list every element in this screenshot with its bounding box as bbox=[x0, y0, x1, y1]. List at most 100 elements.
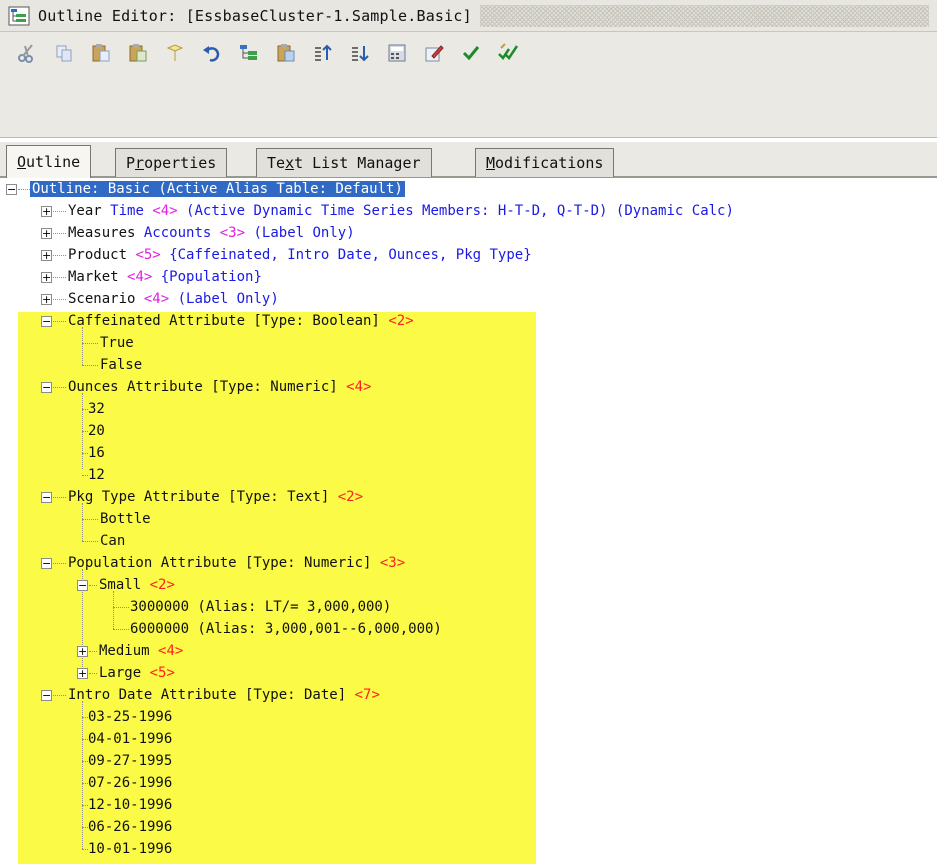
year-count: <4> bbox=[152, 203, 178, 219]
false-label: False bbox=[100, 357, 143, 373]
tree-item-false[interactable]: False bbox=[100, 354, 142, 376]
tree-line bbox=[113, 629, 129, 630]
tree-item-date[interactable]: 03-25-1996 bbox=[88, 706, 172, 728]
tree-item-bottle[interactable]: Bottle bbox=[100, 508, 151, 530]
collapse-toggle-caffeinated[interactable]: − bbox=[41, 316, 52, 327]
collapse-toggle-intro-date[interactable]: − bbox=[41, 690, 52, 701]
tree-line bbox=[53, 563, 66, 564]
tree-item-date[interactable]: 09-27-1995 bbox=[88, 750, 172, 772]
tree-item-date[interactable]: 06-26-1996 bbox=[88, 816, 172, 838]
outline-tree: − Outline: Basic (Active Alias Table: De… bbox=[0, 178, 937, 864]
tab-outline[interactable]: Outline bbox=[6, 145, 92, 178]
tree-item-measures[interactable]: Measures Accounts <3> (Label Only) bbox=[68, 222, 355, 244]
small-count: <2> bbox=[149, 577, 175, 593]
intro-date-count: <7> bbox=[354, 687, 380, 703]
title-bar-fill[interactable] bbox=[479, 4, 929, 27]
population-count: <3> bbox=[379, 555, 406, 571]
tree-item-12[interactable]: 12 bbox=[88, 464, 105, 486]
year-name: Year bbox=[68, 203, 102, 219]
tree-item-population-attribute[interactable]: Population Attribute [Type: Numeric] <3> bbox=[68, 552, 405, 574]
calculator-icon[interactable] bbox=[384, 40, 410, 66]
tree-item-date[interactable]: 07-26-1996 bbox=[88, 772, 172, 794]
tree-item-ounces-attribute[interactable]: Ounces Attribute [Type: Numeric] <4> bbox=[68, 376, 371, 398]
tree-item-caffeinated-attribute[interactable]: Caffeinated Attribute [Type: Boolean] <2… bbox=[68, 310, 414, 332]
tree-item-date[interactable]: 10-01-1996 bbox=[88, 838, 172, 860]
collapse-toggle-population[interactable]: − bbox=[41, 558, 52, 569]
tree-line bbox=[82, 327, 83, 365]
tree-item-year[interactable]: Year Time <4> (Active Dynamic Time Serie… bbox=[68, 200, 734, 222]
tree-item-date[interactable]: 12-10-1996 bbox=[88, 794, 172, 816]
expand-toggle-scenario[interactable]: + bbox=[41, 294, 52, 305]
tree-line bbox=[53, 321, 66, 322]
expand-toggle-market[interactable]: + bbox=[41, 272, 52, 283]
expand-toggle-large[interactable]: + bbox=[77, 668, 88, 679]
expand-toggle-year[interactable]: + bbox=[41, 206, 52, 217]
tab-outline-label-post: utline bbox=[26, 153, 81, 171]
tab-text-list-manager[interactable]: Te x t List Manager bbox=[256, 148, 432, 177]
tab-text-list-label-post: t List Manager bbox=[294, 154, 421, 172]
tab-modifications[interactable]: Modifications bbox=[475, 148, 615, 177]
scenario-count: <4> bbox=[143, 291, 170, 307]
collapse-toggle-ounces[interactable]: − bbox=[41, 382, 52, 393]
tree-item-small[interactable]: Small <2> bbox=[99, 574, 175, 596]
measures-props: (Label Only) bbox=[253, 225, 355, 241]
measures-type: Accounts bbox=[143, 225, 212, 241]
tree-item-date[interactable]: 04-01-1996 bbox=[88, 728, 172, 750]
verify-icon[interactable] bbox=[458, 40, 484, 66]
sort-descending-icon[interactable] bbox=[347, 40, 373, 66]
true-label: True bbox=[100, 335, 134, 351]
tree-line bbox=[82, 365, 98, 366]
edit-properties-icon[interactable] bbox=[421, 40, 447, 66]
market-attributes: {Population} bbox=[160, 269, 262, 285]
tree-item-scenario[interactable]: Scenario <4> (Label Only) bbox=[68, 288, 279, 310]
paste-child-icon[interactable] bbox=[125, 40, 151, 66]
verify-all-icon[interactable] bbox=[495, 40, 521, 66]
tree-line bbox=[82, 541, 98, 542]
copy-icon[interactable] bbox=[51, 40, 77, 66]
tree-item-pkg-type-attribute[interactable]: Pkg Type Attribute [Type: Text] <2> bbox=[68, 486, 363, 508]
cut-icon[interactable] bbox=[14, 40, 40, 66]
expand-toggle-product[interactable]: + bbox=[41, 250, 52, 261]
tree-item-16[interactable]: 16 bbox=[88, 442, 105, 464]
tab-modifications-label-post: odifications bbox=[495, 154, 604, 172]
expand-toggle-medium[interactable]: + bbox=[77, 646, 88, 657]
collapse-toggle-small[interactable]: − bbox=[77, 580, 88, 591]
tab-properties[interactable]: Pr operties bbox=[115, 148, 228, 177]
tree-item-intro-date-attribute[interactable]: Intro Date Attribute [Type: Date] <7> bbox=[68, 684, 380, 706]
delete-icon[interactable] bbox=[162, 40, 188, 66]
pkg-type-count: <2> bbox=[337, 489, 364, 505]
tree-root[interactable]: Outline: Basic (Active Alias Table: Defa… bbox=[30, 178, 405, 200]
pkg-type-label: Pkg Type Attribute [Type: Text] bbox=[68, 489, 330, 505]
tree-item-3000000[interactable]: 3000000 (Alias: LT/= 3,000,000) bbox=[130, 596, 391, 618]
collapse-toggle-root[interactable]: − bbox=[6, 184, 17, 195]
tree-line bbox=[53, 233, 66, 234]
small-6000000-label: 6000000 (Alias: 3,000,001--6,000,000) bbox=[130, 621, 442, 637]
tree-item-true[interactable]: True bbox=[100, 332, 134, 354]
paste-icon[interactable] bbox=[88, 40, 114, 66]
year-type: Time bbox=[110, 203, 144, 219]
outline-editor-icon bbox=[6, 5, 32, 27]
date-label: 07-26-1996 bbox=[88, 775, 173, 791]
sort-ascending-icon[interactable] bbox=[310, 40, 336, 66]
tree-item-medium[interactable]: Medium <4> bbox=[99, 640, 183, 662]
tree-item-large[interactable]: Large <5> bbox=[99, 662, 175, 684]
collapse-toggle-pkg-type[interactable]: − bbox=[41, 492, 52, 503]
tree-item-20[interactable]: 20 bbox=[88, 420, 105, 442]
tree-item-6000000[interactable]: 6000000 (Alias: 3,000,001--6,000,000) bbox=[130, 618, 442, 640]
tree-item-product[interactable]: Product <5> {Caffeinated, Intro Date, Ou… bbox=[68, 244, 532, 266]
add-child-icon[interactable] bbox=[236, 40, 262, 66]
tree-item-32[interactable]: 32 bbox=[88, 398, 105, 420]
tree-item-market[interactable]: Market <4> {Population} bbox=[68, 266, 262, 288]
expand-toggle-measures[interactable]: + bbox=[41, 228, 52, 239]
undo-icon[interactable] bbox=[199, 40, 225, 66]
small-3000000-label: 3000000 (Alias: LT/= 3,000,000) bbox=[130, 599, 392, 615]
toolbar bbox=[0, 38, 937, 68]
tab-properties-label-pre: P bbox=[126, 154, 136, 172]
population-label: Population Attribute [Type: Numeric] bbox=[68, 555, 372, 571]
toolbar-area bbox=[0, 32, 937, 138]
tree-item-can[interactable]: Can bbox=[100, 530, 125, 552]
tree-line bbox=[53, 255, 66, 256]
add-sibling-icon[interactable] bbox=[273, 40, 299, 66]
tree-line bbox=[53, 277, 66, 278]
product-name: Product bbox=[68, 247, 128, 263]
